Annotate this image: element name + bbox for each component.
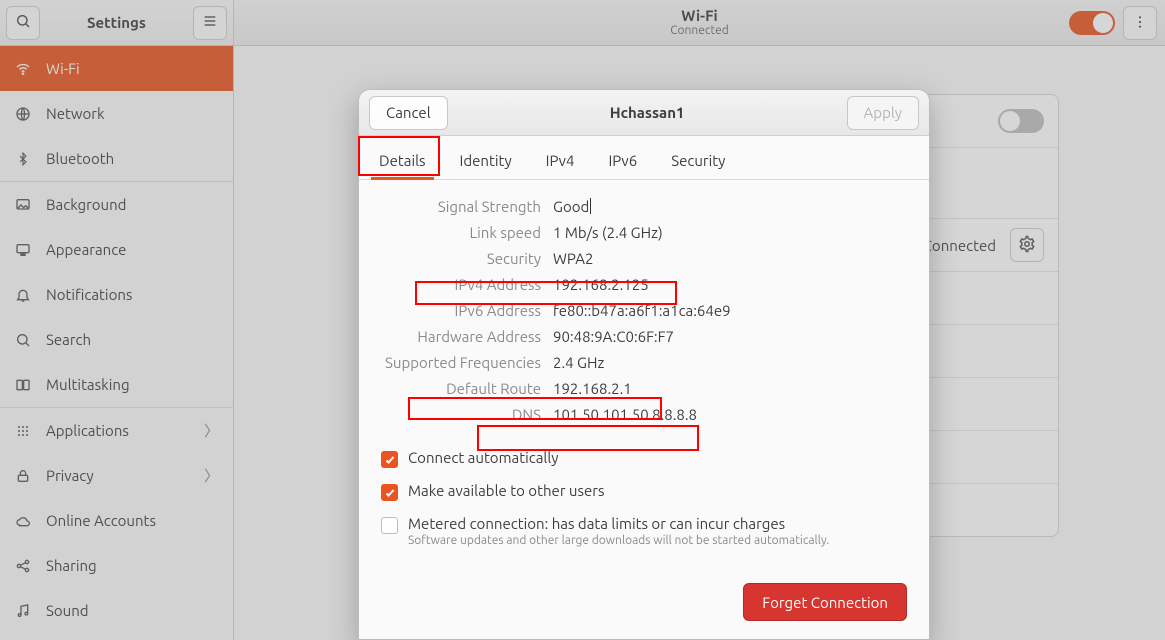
- val-signal: Good: [553, 198, 907, 215]
- checkbox-icon: [381, 451, 398, 468]
- check-label: Metered connection: has data limits or c…: [408, 515, 829, 532]
- val-ipv4: 192.168.2.125: [553, 276, 907, 293]
- cancel-button[interactable]: Cancel: [369, 96, 448, 130]
- val-route: 192.168.2.1: [553, 380, 907, 397]
- key-route: Default Route: [381, 380, 541, 397]
- checkbox-icon: [381, 484, 398, 501]
- apply-button[interactable]: Apply: [847, 96, 919, 130]
- dialog-footer: Forget Connection: [359, 575, 929, 639]
- check-metered[interactable]: Metered connection: has data limits or c…: [381, 515, 907, 547]
- checkbox-icon: [381, 517, 398, 534]
- tab-security[interactable]: Security: [667, 142, 729, 179]
- key-freq: Supported Frequencies: [381, 354, 541, 371]
- tab-details[interactable]: Details: [375, 142, 430, 179]
- check-sub: Software updates and other large downloa…: [408, 534, 829, 547]
- dialog-tabs: Details Identity IPv4 IPv6 Security: [359, 136, 929, 180]
- key-ipv6: IPv6 Address: [381, 302, 541, 319]
- text-cursor: [590, 198, 591, 214]
- check-label: Make available to other users: [408, 482, 605, 499]
- key-signal: Signal Strength: [381, 198, 541, 215]
- tab-identity[interactable]: Identity: [456, 142, 516, 179]
- checkbox-group: Connect automatically Make available to …: [381, 449, 907, 547]
- key-security: Security: [381, 250, 541, 267]
- wifi-details-dialog: Cancel Hchassan1 Apply Details Identity …: [358, 89, 930, 640]
- dialog-body: Signal Strength Good Link speed 1 Mb/s (…: [359, 180, 929, 575]
- key-ipv4: IPv4 Address: [381, 276, 541, 293]
- tab-ipv6[interactable]: IPv6: [604, 142, 641, 179]
- val-hw: 90:48:9A:C0:6F:F7: [553, 328, 907, 345]
- val-ipv6: fe80::b47a:a6f1:a1ca:64e9: [553, 302, 907, 319]
- forget-connection-button[interactable]: Forget Connection: [743, 583, 907, 621]
- key-speed: Link speed: [381, 224, 541, 241]
- key-hw: Hardware Address: [381, 328, 541, 345]
- val-security: WPA2: [553, 250, 907, 267]
- tab-ipv4[interactable]: IPv4: [542, 142, 579, 179]
- dialog-header: Cancel Hchassan1 Apply: [359, 90, 929, 136]
- check-label: Connect automatically: [408, 449, 559, 466]
- val-freq: 2.4 GHz: [553, 354, 907, 371]
- dialog-title: Hchassan1: [458, 104, 837, 121]
- check-share[interactable]: Make available to other users: [381, 482, 907, 501]
- val-speed: 1 Mb/s (2.4 GHz): [553, 224, 907, 241]
- details-grid: Signal Strength Good Link speed 1 Mb/s (…: [381, 198, 907, 423]
- check-auto[interactable]: Connect automatically: [381, 449, 907, 468]
- key-dns: DNS: [381, 406, 541, 423]
- val-dns: 101.50.101.50 8.8.8.8: [553, 406, 907, 423]
